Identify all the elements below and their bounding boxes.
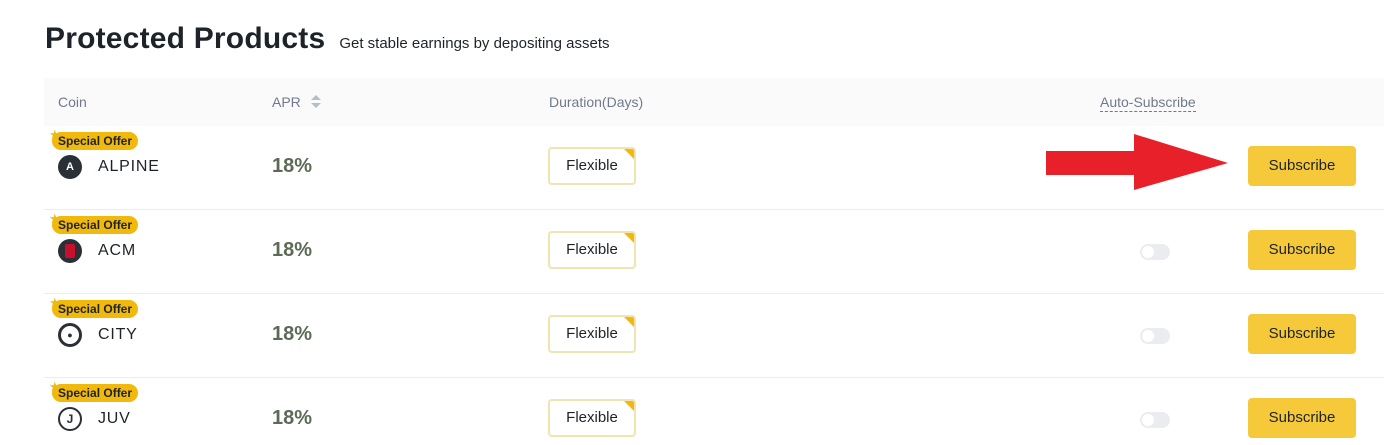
duration-option[interactable]: Flexible — [548, 147, 636, 185]
coin-cell: ● CITY — [58, 323, 138, 347]
apr-value: 18% — [272, 323, 313, 345]
table-row: ★ Special Offer ● CITY 18% Flexible Subs… — [44, 294, 1384, 378]
star-icon: ★ — [49, 379, 61, 394]
coin-name: ALPINE — [98, 158, 160, 175]
star-icon: ★ — [49, 127, 61, 142]
coin-name: JUV — [98, 410, 131, 427]
subscribe-button[interactable]: Subscribe — [1248, 398, 1356, 438]
red-arrow-icon — [1046, 134, 1228, 190]
coin-name: ACM — [98, 242, 136, 259]
coin-cell: J JUV — [58, 407, 131, 431]
auto-subscribe-toggle[interactable] — [1140, 412, 1170, 428]
apr-value: 18% — [272, 155, 313, 177]
column-header-apr-label: APR — [272, 94, 301, 110]
subscribe-button[interactable]: Subscribe — [1248, 314, 1356, 354]
special-offer-badge: ★ Special Offer — [49, 128, 139, 150]
special-offer-label: Special Offer — [58, 386, 133, 400]
duration-option[interactable]: Flexible — [548, 315, 636, 353]
header: Protected Products Get stable earnings b… — [45, 22, 610, 56]
apr-value: 18% — [272, 239, 313, 261]
special-offer-label: Special Offer — [58, 302, 133, 316]
alpine-logo-icon: A — [58, 155, 82, 179]
apr-value: 18% — [272, 407, 313, 429]
special-offer-badge: ★ Special Offer — [49, 380, 139, 402]
star-icon: ★ — [49, 211, 61, 226]
coin-cell: A ALPINE — [58, 155, 160, 179]
protected-products-page: Protected Products Get stable earnings b… — [0, 0, 1400, 445]
coin-name: CITY — [98, 326, 138, 343]
column-header-duration: Duration(Days) — [549, 94, 644, 110]
special-offer-label: Special Offer — [58, 218, 133, 232]
page-subtitle: Get stable earnings by depositing assets — [339, 35, 610, 52]
column-header-apr[interactable]: APR — [272, 78, 321, 126]
star-icon: ★ — [49, 295, 61, 310]
subscribe-button[interactable]: Subscribe — [1248, 146, 1356, 186]
page-title: Protected Products — [45, 22, 326, 55]
city-logo-icon: ● — [58, 323, 82, 347]
table-row: ★ Special Offer ACM 18% Flexible Subscri… — [44, 210, 1384, 294]
special-offer-badge: ★ Special Offer — [49, 212, 139, 234]
auto-subscribe-toggle[interactable] — [1140, 328, 1170, 344]
duration-option[interactable]: Flexible — [548, 399, 636, 437]
sort-icon[interactable] — [310, 95, 321, 109]
auto-subscribe-toggle[interactable] — [1140, 244, 1170, 260]
subscribe-button[interactable]: Subscribe — [1248, 230, 1356, 270]
coin-cell: ACM — [58, 239, 136, 263]
special-offer-label: Special Offer — [58, 134, 133, 148]
special-offer-badge: ★ Special Offer — [49, 296, 139, 318]
table-row: ★ Special Offer J JUV 18% Flexible Subsc… — [44, 378, 1384, 445]
table-header: Coin APR Duration(Days) Auto-Subscribe — [44, 78, 1384, 126]
duration-option[interactable]: Flexible — [548, 231, 636, 269]
column-header-auto-subscribe[interactable]: Auto-Subscribe — [1100, 94, 1196, 112]
juv-logo-icon: J — [58, 407, 82, 431]
column-header-coin: Coin — [58, 94, 87, 110]
acm-logo-icon — [58, 239, 82, 263]
